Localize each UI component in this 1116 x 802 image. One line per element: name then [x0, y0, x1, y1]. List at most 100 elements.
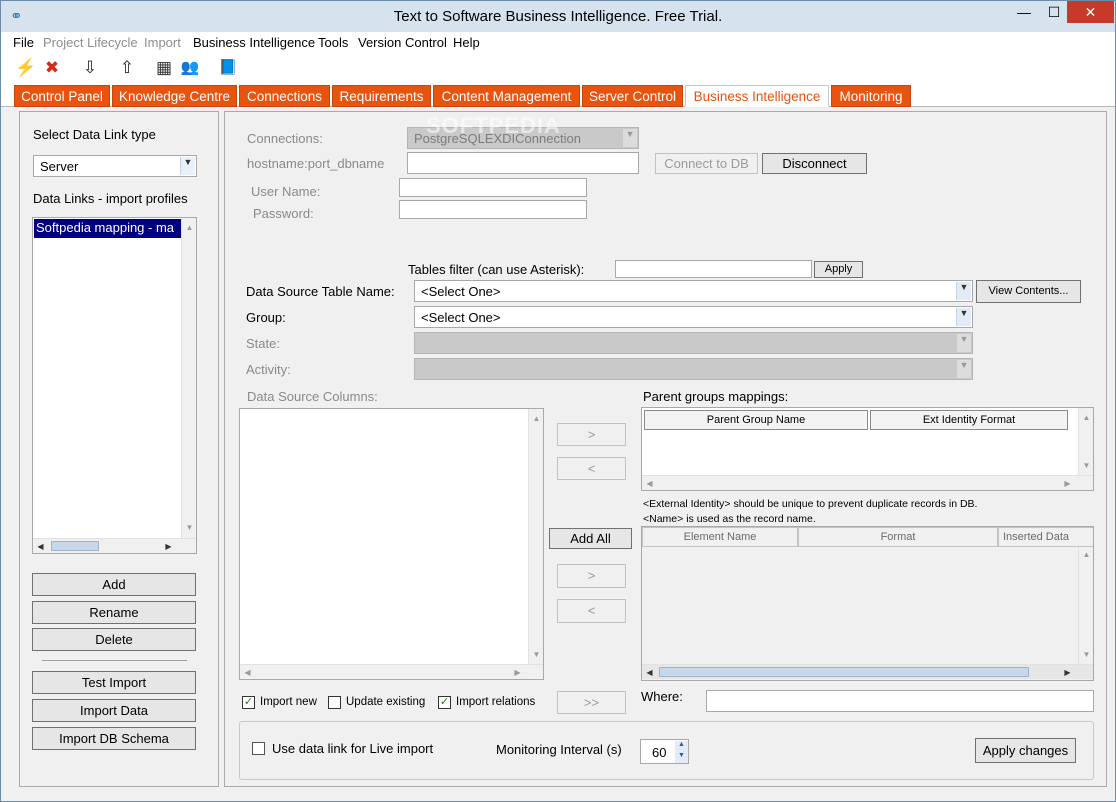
- columns-hscroll[interactable]: ◀ ▶: [240, 664, 543, 679]
- scroll-right-icon[interactable]: ▶: [1060, 665, 1075, 680]
- menu-version-control[interactable]: Version Control: [358, 35, 447, 50]
- parents-hscroll[interactable]: ◀ ▶: [642, 475, 1093, 490]
- move-right-button-2[interactable]: >: [557, 564, 626, 588]
- move-right-button[interactable]: >: [557, 423, 626, 446]
- ext-identity-format-header[interactable]: Ext Identity Format: [870, 410, 1068, 430]
- scroll-thumb[interactable]: [659, 667, 1029, 677]
- connect-to-db-button[interactable]: Connect to DB: [655, 153, 758, 174]
- import-db-schema-button[interactable]: Import DB Schema: [32, 727, 196, 750]
- scroll-up-icon[interactable]: ▲: [1079, 547, 1093, 562]
- tab-knowledge-centre[interactable]: Knowledge Centre: [112, 85, 237, 107]
- import-new-checkbox[interactable]: ✓: [242, 696, 255, 709]
- inserted-data-header[interactable]: Inserted Data: [998, 527, 1093, 547]
- scroll-up-icon[interactable]: ▲: [1079, 410, 1093, 425]
- menu-business-intelligence[interactable]: Business Intelligence: [193, 35, 315, 50]
- arrow-up-icon[interactable]: ⇧: [116, 57, 138, 79]
- tab-monitoring[interactable]: Monitoring: [831, 85, 911, 107]
- close-button[interactable]: ✕: [1067, 1, 1114, 23]
- menu-import[interactable]: Import: [144, 35, 181, 50]
- update-existing-checkbox[interactable]: [328, 696, 341, 709]
- apply-changes-button[interactable]: Apply changes: [975, 738, 1076, 763]
- chevron-down-icon[interactable]: ▼: [956, 282, 971, 300]
- tab-content-management[interactable]: Content Management: [433, 85, 580, 107]
- import-data-button[interactable]: Import Data: [32, 699, 196, 722]
- view-contents-button[interactable]: View Contents...: [976, 280, 1081, 303]
- form-icon[interactable]: ▦: [153, 57, 175, 79]
- scroll-down-icon[interactable]: ▼: [1079, 647, 1093, 662]
- activity-select[interactable]: ▼: [414, 358, 973, 380]
- menu-file[interactable]: File: [13, 35, 34, 50]
- scroll-down-icon[interactable]: ▼: [1079, 458, 1093, 473]
- scroll-left-icon[interactable]: ◀: [33, 539, 48, 553]
- chevron-down-icon[interactable]: ▼: [956, 360, 971, 378]
- move-all-button[interactable]: >>: [557, 691, 626, 714]
- parents-vscroll[interactable]: ▲ ▼: [1078, 408, 1093, 476]
- elements-vscroll[interactable]: ▲ ▼: [1078, 547, 1093, 664]
- profiles-hscroll[interactable]: ◀ ▶: [33, 538, 196, 553]
- add-all-button[interactable]: Add All: [549, 528, 632, 549]
- decrement-icon[interactable]: ▼: [675, 752, 688, 763]
- format-header[interactable]: Format: [798, 527, 998, 547]
- users-icon[interactable]: 👥: [179, 57, 201, 79]
- delete-icon[interactable]: ✖: [41, 57, 63, 79]
- increment-icon[interactable]: ▲: [675, 741, 688, 752]
- rename-button[interactable]: Rename: [32, 601, 196, 624]
- scroll-left-icon[interactable]: ◀: [240, 665, 255, 679]
- group-select[interactable]: <Select One> ▼: [414, 306, 973, 328]
- move-left-button[interactable]: <: [557, 457, 626, 480]
- apply-filter-button[interactable]: Apply: [814, 261, 863, 278]
- scroll-up-icon[interactable]: ▲: [529, 411, 543, 426]
- user-name-input[interactable]: [399, 178, 587, 197]
- arrow-down-icon[interactable]: ⇩: [79, 57, 101, 79]
- chevron-down-icon[interactable]: ▼: [956, 308, 971, 326]
- scroll-right-icon[interactable]: ▶: [1060, 476, 1075, 490]
- scroll-left-icon[interactable]: ◀: [642, 665, 657, 680]
- profiles-list[interactable]: Softpedia mapping - ma ▲ ▼ ◀ ▶: [32, 217, 197, 554]
- state-select[interactable]: ▼: [414, 332, 973, 354]
- list-item[interactable]: Softpedia mapping - ma: [34, 219, 181, 238]
- link-type-select[interactable]: Server ▼: [33, 155, 197, 177]
- test-import-button[interactable]: Test Import: [32, 671, 196, 694]
- menu-help[interactable]: Help: [453, 35, 480, 50]
- tab-business-intelligence[interactable]: Business Intelligence: [685, 85, 829, 107]
- tab-requirements[interactable]: Requirements: [332, 85, 431, 107]
- menu-tools[interactable]: Tools: [318, 35, 348, 50]
- password-input[interactable]: [399, 200, 587, 219]
- columns-vscroll[interactable]: ▲ ▼: [528, 409, 543, 664]
- book-icon[interactable]: 📘: [217, 57, 239, 79]
- minimize-button[interactable]: —: [1007, 1, 1041, 23]
- scroll-left-icon[interactable]: ◀: [642, 476, 657, 490]
- elements-grid[interactable]: Element Name Format Inserted Data ▲ ▼ ◀ …: [641, 526, 1094, 681]
- use-live-checkbox[interactable]: [252, 742, 265, 755]
- lightning-icon[interactable]: ⚡: [15, 57, 37, 79]
- table-name-select[interactable]: <Select One> ▼: [414, 280, 973, 302]
- chevron-down-icon[interactable]: ▼: [622, 129, 637, 147]
- tab-control-panel[interactable]: Control Panel: [14, 85, 110, 107]
- chevron-down-icon[interactable]: ▼: [956, 334, 971, 352]
- parent-group-name-header[interactable]: Parent Group Name: [644, 410, 868, 430]
- scroll-thumb[interactable]: [51, 541, 99, 551]
- scroll-down-icon[interactable]: ▼: [182, 520, 196, 535]
- scroll-down-icon[interactable]: ▼: [529, 647, 543, 662]
- element-name-header[interactable]: Element Name: [642, 527, 798, 547]
- add-button[interactable]: Add: [32, 573, 196, 596]
- interval-stepper[interactable]: 60 ▲ ▼: [640, 739, 689, 764]
- elements-hscroll[interactable]: ◀ ▶: [642, 664, 1093, 679]
- parent-groups-grid[interactable]: Parent Group Name Ext Identity Format ▲ …: [641, 407, 1094, 491]
- tables-filter-input[interactable]: [615, 260, 812, 278]
- profiles-vscroll[interactable]: ▲ ▼: [181, 218, 196, 538]
- chevron-down-icon[interactable]: ▼: [180, 157, 195, 175]
- import-relations-checkbox[interactable]: ✓: [438, 696, 451, 709]
- where-input[interactable]: [706, 690, 1094, 712]
- tab-server-control[interactable]: Server Control: [582, 85, 683, 107]
- menu-project-lifecycle[interactable]: Project Lifecycle: [43, 35, 138, 50]
- maximize-button[interactable]: ☐: [1041, 1, 1067, 23]
- tab-connections[interactable]: Connections: [239, 85, 330, 107]
- scroll-right-icon[interactable]: ▶: [161, 539, 176, 553]
- scroll-up-icon[interactable]: ▲: [182, 220, 196, 235]
- host-input[interactable]: [407, 152, 639, 174]
- disconnect-button[interactable]: Disconnect: [762, 153, 867, 174]
- scroll-right-icon[interactable]: ▶: [510, 665, 525, 679]
- move-left-button-2[interactable]: <: [557, 599, 626, 623]
- delete-button[interactable]: Delete: [32, 628, 196, 651]
